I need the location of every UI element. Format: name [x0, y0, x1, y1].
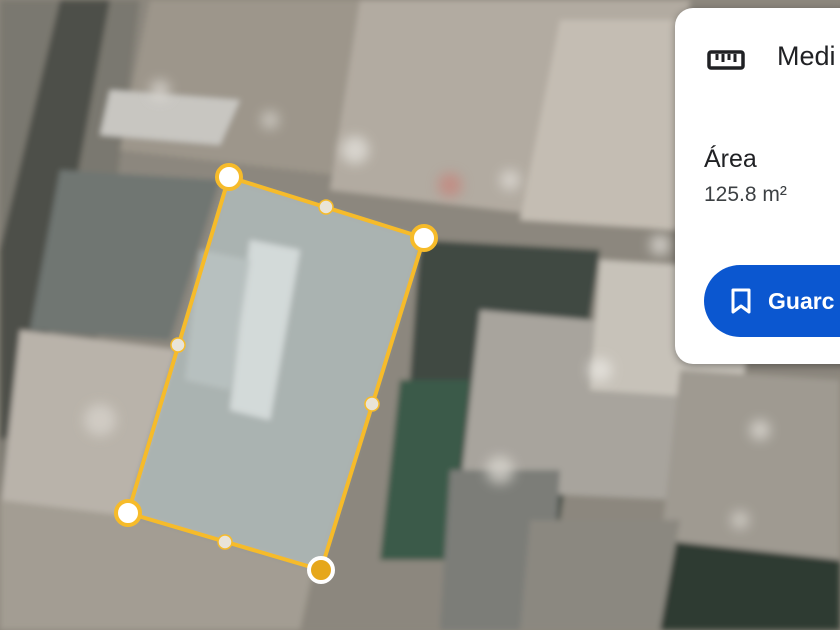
bookmark-icon [731, 288, 751, 314]
edge-midpoint-handle[interactable] [318, 199, 334, 215]
vertex-handle[interactable] [114, 499, 142, 527]
edge-midpoint-handle[interactable] [364, 396, 380, 412]
edge-midpoint-handle[interactable] [170, 337, 186, 353]
edge-midpoint-handle[interactable] [217, 534, 233, 550]
ruler-icon [707, 50, 745, 70]
vertex-handle[interactable] [410, 224, 438, 252]
save-button-label: Guarc [768, 287, 835, 314]
measure-panel: Medi Área 125.8 m² Guarc [675, 8, 840, 364]
panel-title: Medi [777, 41, 836, 71]
save-button[interactable]: Guarc [704, 265, 840, 337]
vertex-handle[interactable] [215, 163, 243, 191]
area-value: 125.8 m² [704, 183, 787, 206]
area-label: Área [704, 145, 757, 173]
vertex-handle-active[interactable] [307, 556, 335, 584]
panel-header [707, 48, 745, 72]
